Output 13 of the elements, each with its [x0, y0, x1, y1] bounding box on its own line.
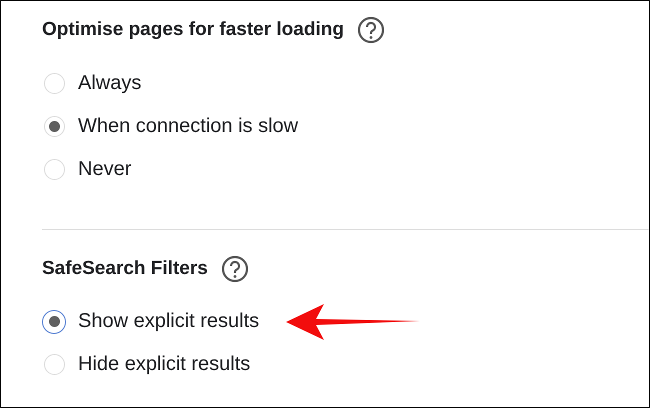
- section-title: Optimise pages for faster loading: [42, 19, 344, 41]
- radio-label[interactable]: Show explicit results: [78, 310, 260, 333]
- radio-label[interactable]: Always: [78, 72, 142, 95]
- radio-button[interactable]: [44, 116, 64, 137]
- radio-label[interactable]: When connection is slow: [78, 115, 298, 138]
- radio-button[interactable]: [44, 354, 64, 375]
- help-icon[interactable]: [356, 16, 385, 44]
- radio-button[interactable]: [44, 159, 64, 180]
- radio-label[interactable]: Never: [78, 158, 132, 181]
- section-title: SafeSearch Filters: [42, 258, 208, 280]
- help-icon[interactable]: [220, 255, 249, 283]
- radio-button[interactable]: [44, 73, 64, 94]
- radio-label[interactable]: Hide explicit results: [78, 353, 250, 376]
